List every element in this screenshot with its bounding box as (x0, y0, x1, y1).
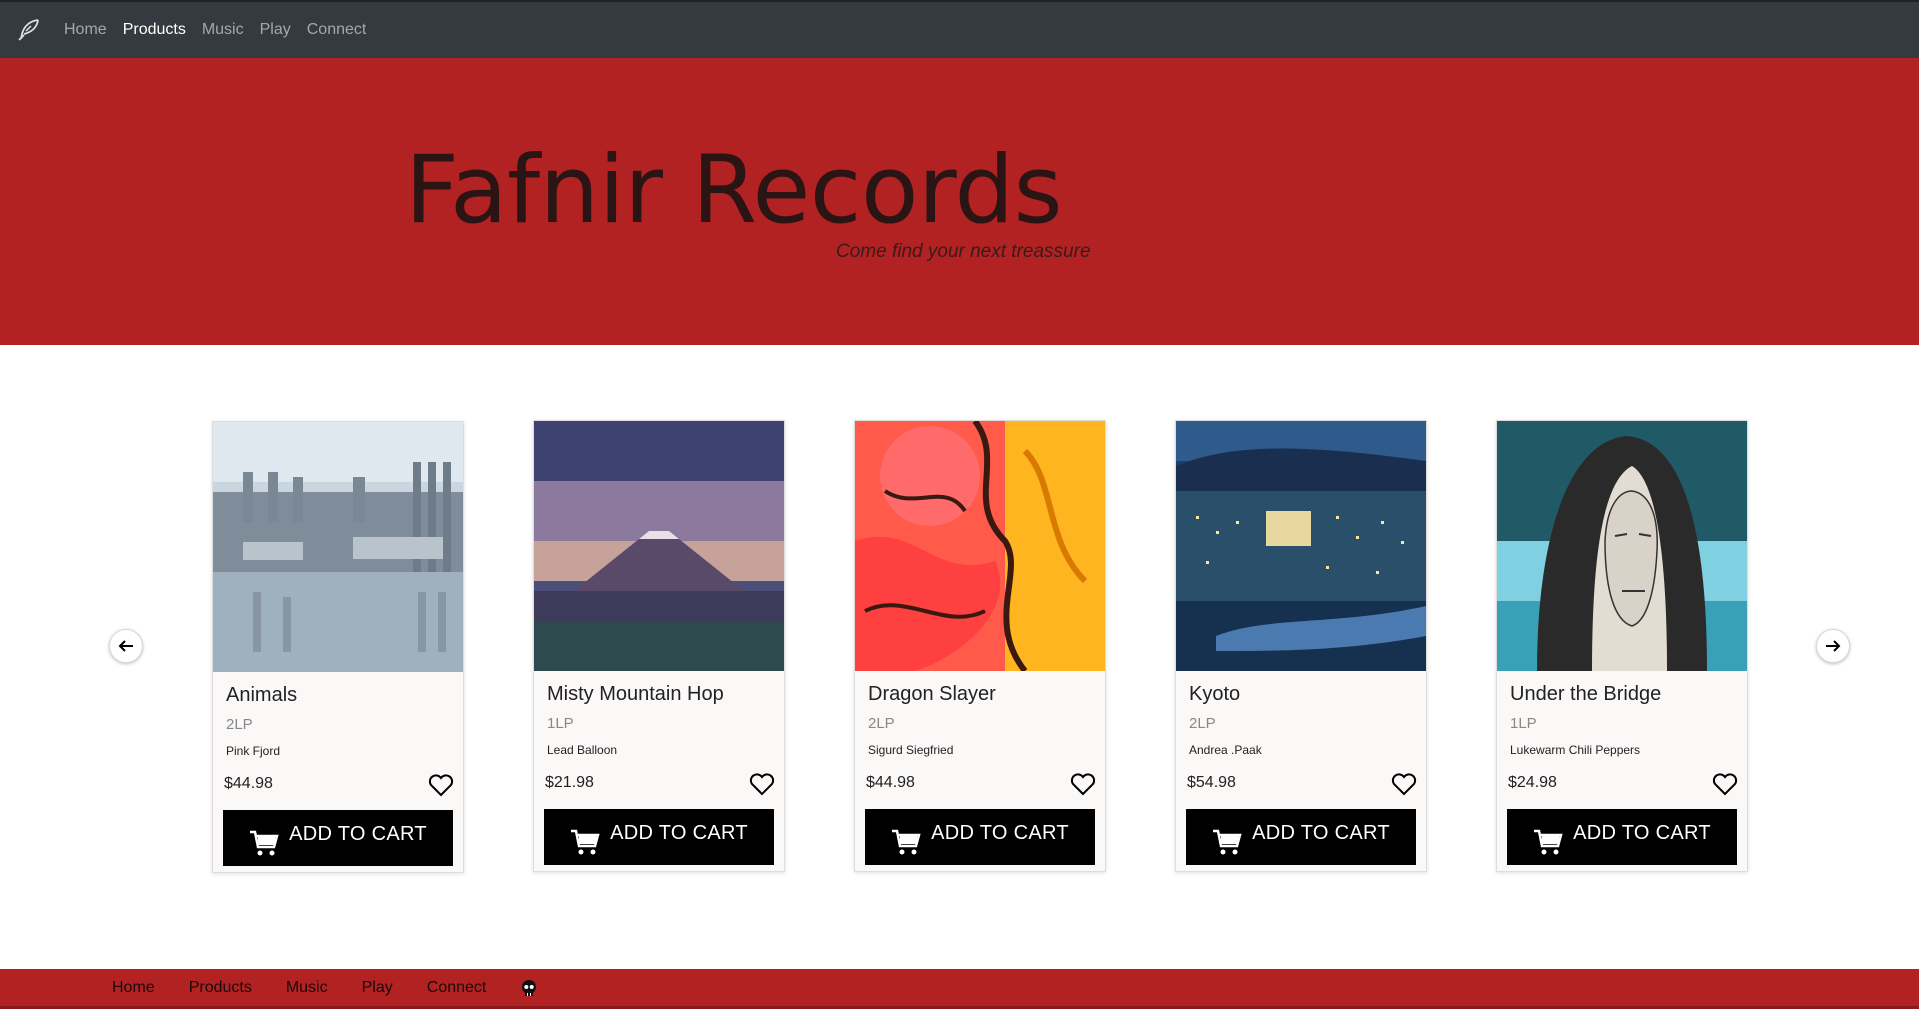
album-cover-image[interactable] (213, 422, 463, 672)
page-title: Fafnir Records (405, 136, 1063, 245)
album-cover-image[interactable] (855, 421, 1105, 671)
footer-home[interactable]: Home (112, 979, 155, 997)
product-card: Animals 2LP Pink Fjord $44.98 ADD TO CAR… (212, 421, 464, 873)
nav-play[interactable]: Play (260, 21, 291, 39)
arrow-right-icon (1826, 640, 1841, 652)
product-format: 2LP (1189, 715, 1216, 732)
add-to-cart-label: ADD TO CART (931, 821, 1069, 844)
product-artist: Lead Balloon (547, 743, 618, 757)
footer-music[interactable]: Music (286, 979, 328, 997)
add-to-cart-button[interactable]: ADD TO CART (223, 810, 453, 866)
product-title: Under the Bridge (1510, 683, 1662, 705)
product-format: 1LP (547, 715, 574, 732)
heart-icon[interactable] (1712, 772, 1738, 796)
add-to-cart-label: ADD TO CART (1252, 821, 1390, 844)
top-navbar: Home Products Music Play Connect (0, 0, 1919, 58)
album-cover-image[interactable] (1497, 421, 1747, 671)
add-to-cart-label: ADD TO CART (289, 822, 427, 845)
product-title: Kyoto (1189, 683, 1241, 705)
product-price: $44.98 (866, 774, 915, 791)
product-price: $21.98 (545, 774, 594, 791)
product-artist: Lukewarm Chili Peppers (1510, 743, 1641, 757)
cart-icon (570, 828, 600, 856)
add-to-cart-button[interactable]: ADD TO CART (865, 809, 1095, 865)
footer-connect[interactable]: Connect (427, 979, 487, 997)
heart-icon[interactable] (1391, 772, 1417, 796)
nav-products[interactable]: Products (123, 21, 186, 39)
product-card: Kyoto 2LP Andrea .Paak $54.98 ADD TO CAR… (1175, 420, 1427, 872)
cart-icon (891, 828, 921, 856)
heart-icon[interactable] (1070, 772, 1096, 796)
add-to-cart-button[interactable]: ADD TO CART (1186, 809, 1416, 865)
hero-subtitle: Come find your next treassure (836, 241, 1091, 262)
cart-icon (1212, 828, 1242, 856)
product-format: 2LP (226, 716, 253, 733)
nav-music[interactable]: Music (202, 21, 244, 39)
cart-icon (249, 829, 279, 857)
add-to-cart-label: ADD TO CART (1573, 821, 1711, 844)
product-artist: Pink Fjord (226, 744, 281, 758)
add-to-cart-label: ADD TO CART (610, 821, 748, 844)
footer-nav: Home Products Music Play Connect (0, 969, 1919, 1009)
product-artist: Sigurd Siegfried (868, 743, 954, 757)
arrow-left-icon (118, 640, 133, 652)
heart-icon[interactable] (428, 773, 454, 797)
heart-icon[interactable] (749, 772, 775, 796)
feather-icon[interactable] (16, 17, 42, 43)
product-price: $24.98 (1508, 774, 1557, 791)
skull-icon[interactable] (520, 979, 538, 997)
product-title: Misty Mountain Hop (547, 683, 724, 705)
product-price: $44.98 (224, 775, 273, 792)
album-cover-image[interactable] (1176, 421, 1426, 671)
carousel-prev-button[interactable] (109, 629, 143, 663)
hero-banner: Fafnir Records Come find your next treas… (0, 58, 1919, 345)
footer-play[interactable]: Play (362, 979, 393, 997)
add-to-cart-button[interactable]: ADD TO CART (1507, 809, 1737, 865)
product-format: 2LP (868, 715, 895, 732)
add-to-cart-button[interactable]: ADD TO CART (544, 809, 774, 865)
nav-connect[interactable]: Connect (307, 21, 367, 39)
product-title: Dragon Slayer (868, 683, 996, 705)
carousel-next-button[interactable] (1816, 629, 1850, 663)
album-cover-image[interactable] (534, 421, 784, 671)
cart-icon (1533, 828, 1563, 856)
nav-home[interactable]: Home (64, 21, 107, 39)
product-title: Animals (226, 684, 298, 706)
product-price: $54.98 (1187, 774, 1236, 791)
product-artist: Andrea .Paak (1189, 743, 1262, 757)
footer-products[interactable]: Products (189, 979, 252, 997)
product-format: 1LP (1510, 715, 1537, 732)
product-card: Misty Mountain Hop 1LP Lead Balloon $21.… (533, 420, 785, 872)
product-card: Under the Bridge 1LP Lukewarm Chili Pepp… (1496, 420, 1748, 872)
product-card: Dragon Slayer 2LP Sigurd Siegfried $44.9… (854, 420, 1106, 872)
